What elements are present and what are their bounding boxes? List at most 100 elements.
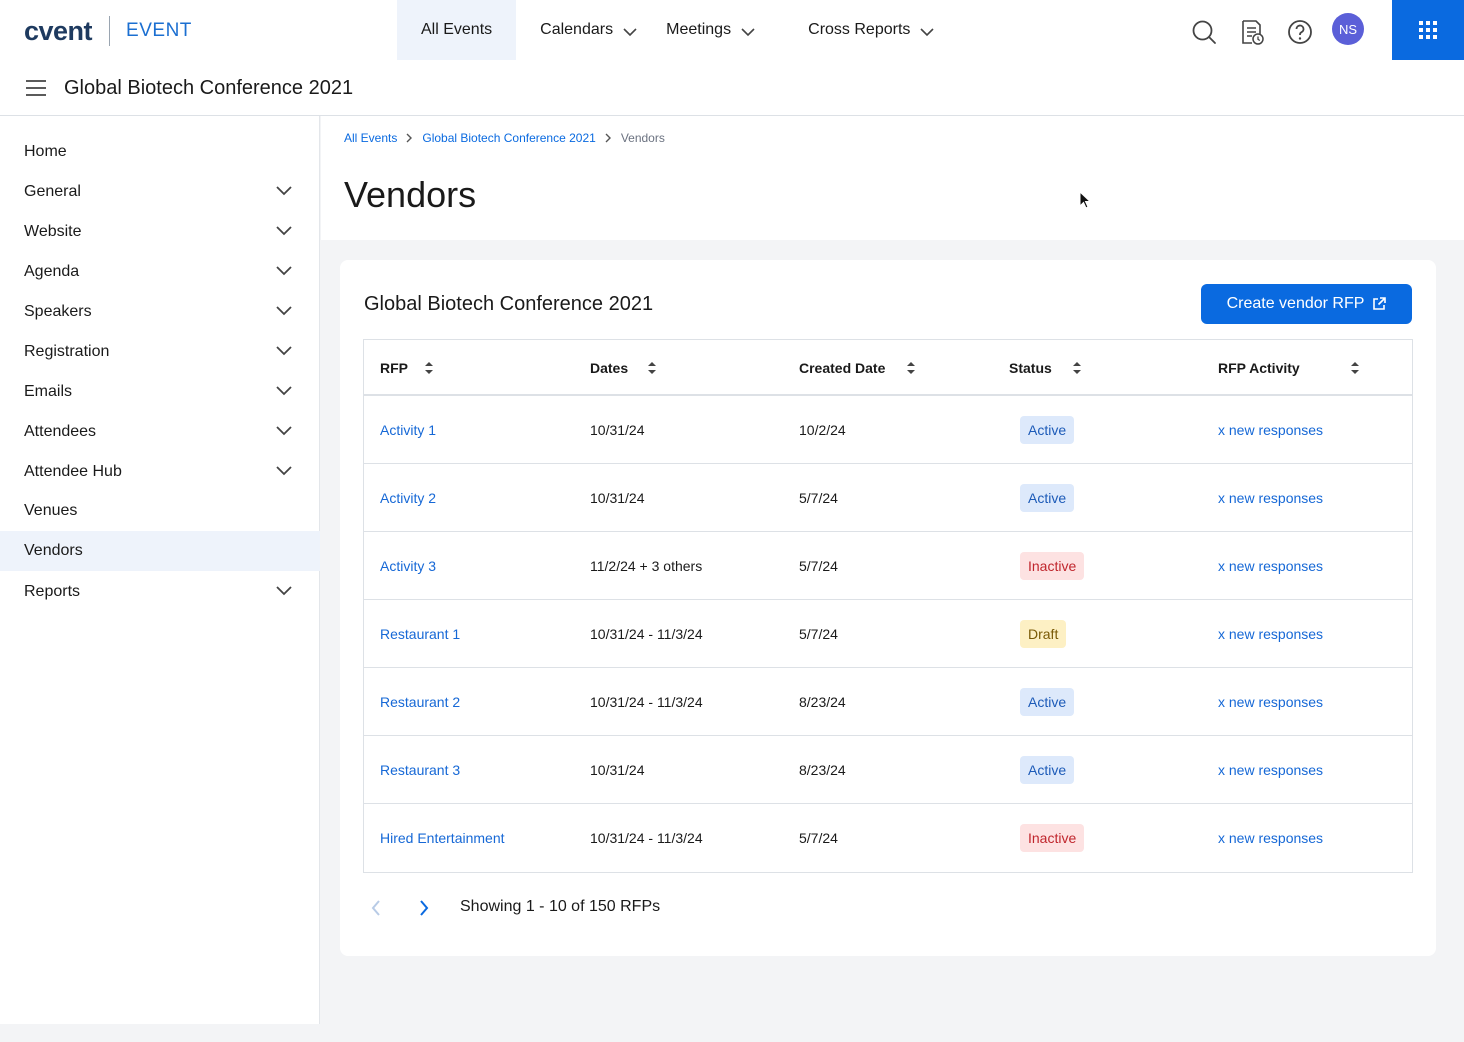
previous-page-button[interactable] (364, 896, 388, 920)
sidebar-item-home[interactable]: Home (0, 132, 320, 172)
sidebar-item-label: Reports (24, 583, 81, 600)
rfp-activity-link[interactable]: x new responses (1218, 694, 1323, 710)
pagination-summary: Showing 1 - 10 of 150 RFPs (460, 898, 661, 915)
sort-icon (648, 362, 656, 374)
sidebar-item-vendors[interactable]: Vendors (0, 531, 320, 571)
search-icon[interactable] (1190, 18, 1218, 46)
sidebar-item-attendees[interactable]: Attendees (0, 412, 320, 452)
status-badge: Active (1020, 688, 1075, 716)
event-title: Global Biotech Conference 2021 (64, 77, 354, 99)
column-header-label: RFP Activity (1218, 360, 1300, 376)
chevron-down-icon (276, 186, 292, 196)
status-badge: Inactive (1020, 824, 1085, 852)
create-vendor-rfp-label: Create vendor RFP (1226, 295, 1365, 312)
column-header-status[interactable]: Status (1009, 340, 1081, 396)
sidebar-item-label: Speakers (24, 303, 92, 320)
column-header-label: Status (1009, 360, 1052, 376)
rfp-link[interactable]: Activity 3 (380, 558, 436, 574)
rfp-created-date: 10/2/24 (799, 422, 846, 438)
chevron-down-icon (276, 266, 292, 276)
column-header-created-date[interactable]: Created Date (799, 340, 915, 396)
sidebar-item-label: Registration (24, 343, 110, 360)
nav-all-events[interactable]: All Events (397, 0, 517, 60)
rfp-activity-link[interactable]: x new responses (1218, 830, 1323, 846)
nav-cross-reports[interactable]: Cross Reports (808, 0, 934, 60)
grid-icon (1419, 21, 1437, 39)
app-switcher-button[interactable] (1392, 0, 1464, 60)
sidebar-item-speakers[interactable]: Speakers (0, 292, 320, 332)
sidebar-item-website[interactable]: Website (0, 212, 320, 252)
sort-icon (425, 362, 433, 374)
table-row: Restaurant 3 10/31/24 8/23/24 Active x n… (364, 736, 1412, 804)
sidebar-item-emails[interactable]: Emails (0, 372, 320, 412)
nav-calendars[interactable]: Calendars (516, 0, 666, 60)
chevron-down-icon (276, 306, 292, 316)
rfp-created-date: 5/7/24 (799, 558, 838, 574)
sort-icon (1073, 362, 1081, 374)
rfp-activity-link[interactable]: x new responses (1218, 422, 1323, 438)
table-row: Restaurant 2 10/31/24 - 11/3/24 8/23/24 … (364, 668, 1412, 736)
next-page-button[interactable] (412, 896, 436, 920)
nav-meetings[interactable]: Meetings (666, 0, 808, 60)
product-name: EVENT (126, 20, 192, 41)
chevron-down-icon (920, 27, 934, 36)
page-title: Vendors (344, 174, 477, 215)
sidebar-item-label: Home (24, 143, 67, 160)
breadcrumb-event[interactable]: Global Biotech Conference 2021 (422, 131, 595, 145)
user-avatar[interactable]: NS (1332, 13, 1364, 45)
menu-icon[interactable] (26, 80, 46, 96)
rfp-created-date: 5/7/24 (799, 830, 838, 846)
external-link-icon (1373, 297, 1387, 310)
rfp-activity-link[interactable]: x new responses (1218, 558, 1323, 574)
main-nav: All Events Calendars Meetings Cross Repo… (397, 0, 934, 60)
rfp-link[interactable]: Hired Entertainment (380, 830, 505, 846)
nav-meetings-label: Meetings (666, 21, 732, 38)
logo-wordmark: cvent (24, 16, 93, 46)
breadcrumb-all-events[interactable]: All Events (344, 131, 397, 145)
sidebar-item-label: Agenda (24, 263, 80, 280)
rfp-link[interactable]: Activity 2 (380, 490, 436, 506)
status-badge: Active (1020, 756, 1075, 784)
sidebar-item-registration[interactable]: Registration (0, 332, 320, 372)
column-header-rfp[interactable]: RFP (380, 340, 433, 396)
chevron-down-icon (276, 346, 292, 356)
event-header: Global Biotech Conference 2021 (0, 60, 1464, 116)
table-row: Hired Entertainment 10/31/24 - 11/3/24 5… (364, 804, 1412, 872)
chevron-down-icon (741, 27, 755, 36)
create-vendor-rfp-button[interactable]: Create vendor RFP (1201, 284, 1412, 324)
report-schedule-icon[interactable] (1238, 18, 1266, 46)
rfp-dates: 10/31/24 - 11/3/24 (590, 626, 703, 642)
status-badge: Inactive (1020, 552, 1085, 580)
status-badge: Draft (1020, 620, 1067, 648)
vendors-card: Global Biotech Conference 2021 Create ve… (340, 260, 1436, 956)
chevron-right-icon (406, 133, 413, 143)
chevron-left-icon (371, 900, 380, 916)
column-header-label: Created Date (799, 360, 886, 376)
sidebar-item-agenda[interactable]: Agenda (0, 252, 320, 292)
column-header-dates[interactable]: Dates (590, 340, 656, 396)
rfp-activity-link[interactable]: x new responses (1218, 762, 1323, 778)
sidebar-item-label: Emails (24, 383, 73, 400)
rfp-link[interactable]: Activity 1 (380, 422, 436, 438)
rfp-dates: 10/31/24 (590, 490, 645, 506)
rfp-link[interactable]: Restaurant 3 (380, 762, 460, 778)
column-header-rfp-activity[interactable]: RFP Activity (1218, 340, 1359, 396)
cvent-logo[interactable]: cvent EVENT (24, 16, 192, 46)
rfp-link[interactable]: Restaurant 2 (380, 694, 460, 710)
rfp-activity-link[interactable]: x new responses (1218, 490, 1323, 506)
chevron-right-icon (605, 133, 611, 143)
column-header-label: Dates (590, 360, 629, 376)
sidebar-item-label: Attendees (24, 423, 97, 440)
sidebar-item-general[interactable]: General (0, 172, 320, 212)
sidebar-item-venues[interactable]: Venues (0, 491, 320, 531)
table-row: Activity 3 11/2/24 + 3 others 5/7/24 Ina… (364, 532, 1412, 600)
sidebar-item-attendee-hub[interactable]: Attendee Hub (0, 452, 320, 492)
sidebar: Home General Website Agenda Speakers Reg… (0, 116, 320, 1024)
sidebar-item-label: Website (24, 223, 82, 240)
sidebar-item-reports[interactable]: Reports (0, 572, 320, 612)
rfp-activity-link[interactable]: x new responses (1218, 626, 1323, 642)
help-icon[interactable] (1286, 18, 1314, 46)
rfp-created-date: 5/7/24 (799, 626, 838, 642)
nav-calendars-label: Calendars (540, 21, 614, 38)
rfp-link[interactable]: Restaurant 1 (380, 626, 460, 642)
